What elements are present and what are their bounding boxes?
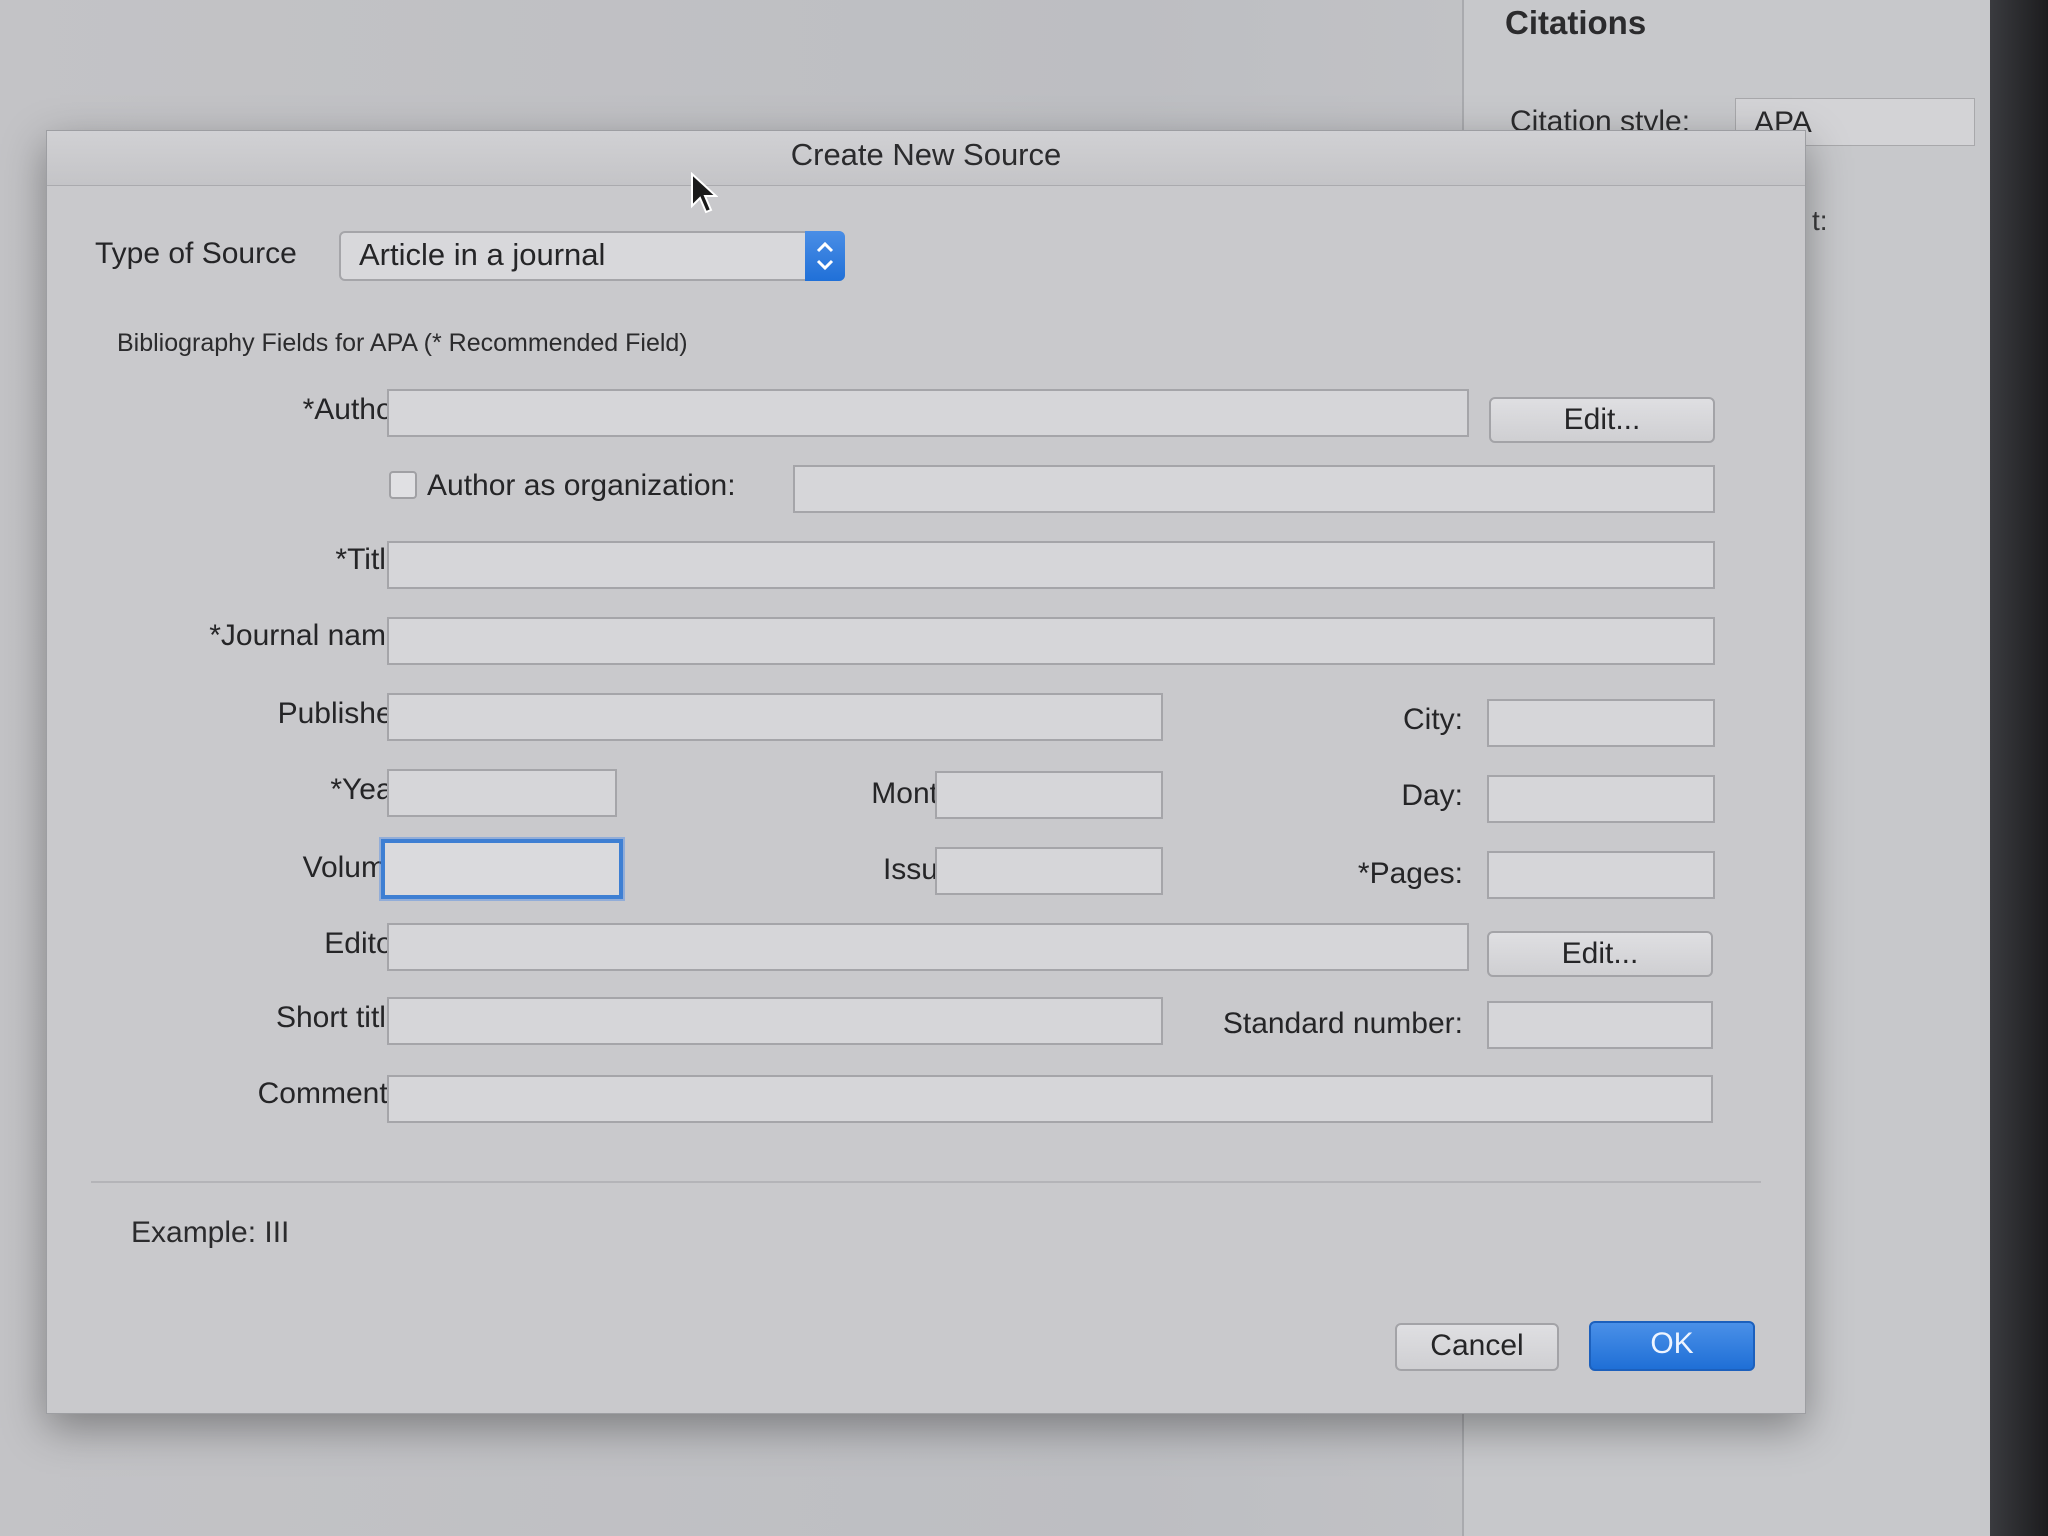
mouse-cursor-icon [691,172,718,214]
select-arrows-icon [805,231,845,281]
example-text: Example: III [131,1216,290,1249]
author-field[interactable] [387,389,1469,437]
short-title-label: Short title: [275,1001,411,1034]
bibliography-fields-caption: Bibliography Fields for APA (* Recommend… [117,329,688,357]
city-label: City: [1403,703,1463,736]
standard-number-label: Standard number: [1222,1007,1463,1040]
title-field[interactable] [387,541,1715,589]
day-label: Day: [1401,779,1463,812]
volume-field[interactable] [381,839,623,899]
publisher-label: Publisher: [277,697,411,730]
title-label: *Title: [335,543,411,576]
dialog-separator [91,1181,1761,1183]
type-of-source-select[interactable]: Article in a journal [339,231,845,281]
ok-button[interactable]: OK [1589,1321,1755,1371]
pages-field[interactable] [1487,851,1715,899]
issue-field[interactable] [935,847,1163,895]
edit-author-button[interactable]: Edit... [1489,397,1715,443]
month-field[interactable] [935,771,1163,819]
year-label: *Year: [330,773,411,806]
journal-name-field[interactable] [387,617,1715,665]
type-of-source-label: Type of Source [95,237,297,270]
publisher-field[interactable] [387,693,1163,741]
editor-field[interactable] [387,923,1469,971]
type-of-source-value: Article in a journal [359,237,606,272]
short-title-field[interactable] [387,997,1163,1045]
comments-label: Comments: [257,1077,411,1110]
author-organization-field[interactable] [793,465,1715,513]
author-as-organization-label: Author as organization: [427,469,736,502]
journal-name-label: *Journal name: [209,619,411,652]
screen-bezel [1990,0,2048,1536]
day-field[interactable] [1487,775,1715,823]
pane-label-fragment: t: [1812,205,1828,236]
citations-title: Citations [1505,4,1647,41]
cancel-button[interactable]: Cancel [1395,1323,1559,1371]
editor-label: Editor: [324,927,411,960]
author-as-organization-checkbox[interactable] [389,471,417,499]
pages-label: *Pages: [1357,857,1463,890]
city-field[interactable] [1487,699,1715,747]
dialog-title: Create New Source [790,137,1062,172]
edit-editor-button[interactable]: Edit... [1487,931,1713,977]
comments-field[interactable] [387,1075,1713,1123]
dialog-titlebar: Create New Source [47,131,1805,186]
volume-label: Volume: [302,851,411,884]
year-field[interactable] [387,769,617,817]
create-new-source-dialog: Create New Source Type of Source Article… [46,130,1806,1414]
standard-number-field[interactable] [1487,1001,1713,1049]
author-label: *Author: [302,393,411,426]
